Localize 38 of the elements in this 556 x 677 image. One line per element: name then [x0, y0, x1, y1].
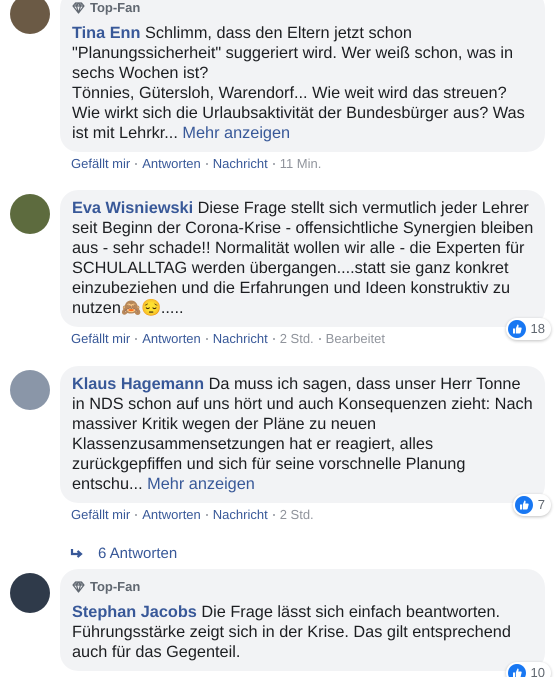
show-more-link[interactable]: Mehr anzeigen	[147, 475, 255, 493]
diamond-icon	[72, 2, 85, 14]
thumbs-up-icon	[508, 664, 526, 677]
edited-label: Bearbeitet	[326, 331, 385, 347]
author-link[interactable]: Klaus Hagemann	[72, 375, 204, 393]
like-count: 7	[538, 496, 545, 514]
author-link[interactable]: Tina Enn	[72, 24, 140, 42]
action-link[interactable]: Nachricht	[212, 507, 268, 523]
avatar[interactable]	[10, 194, 50, 234]
author-link[interactable]: Stephan Jacobs	[72, 602, 197, 620]
author-link[interactable]: Eva Wisniewski	[72, 199, 194, 217]
like-count: 10	[530, 664, 545, 677]
top-fan-label: Top-Fan	[90, 0, 140, 17]
reaction-count[interactable]: 18	[506, 318, 551, 340]
thumbs-up-icon	[514, 496, 533, 514]
like-count: 18	[530, 320, 545, 338]
reaction-count[interactable]: 10	[506, 662, 551, 677]
show-more-link[interactable]: Mehr anzeigen	[182, 124, 290, 142]
avatar[interactable]	[10, 572, 50, 612]
action-link[interactable]: Gefällt mir	[71, 507, 130, 523]
action-link[interactable]: Nachricht	[212, 331, 268, 347]
reaction-count[interactable]: 7	[512, 494, 551, 516]
diamond-icon	[72, 580, 85, 592]
action-link[interactable]: Gefällt mir	[71, 331, 130, 347]
comment-text: Eva Wisniewski Diese Frage stellt sich vermutlich jeder Lehrer seit Beginn der Corona-Krise - offensichtliche Synergien bleiben aus - sehr schade!! Normalität wollen wir alle - die Experten für SCHULALLTAG werden übergangen....statt sie ganz konkret einzubeziehen und die Erfahrungen und Ideen konstruktiv zu nutzen🙈😔.....	[72, 198, 534, 318]
action-link[interactable]: Gefällt mir	[71, 156, 130, 172]
replies-link[interactable]: 6 Antworten	[98, 543, 178, 566]
action-link[interactable]: Antworten	[142, 156, 201, 172]
avatar[interactable]	[10, 0, 50, 34]
action-link[interactable]: Nachricht	[212, 156, 268, 172]
action-link[interactable]: Antworten	[142, 507, 201, 523]
comment-text: Klaus Hagemann Da muss ich sagen, dass unser Herr Tonne in NDS schon auf uns hört und auch Konsequenzen zieht: Nach massiver Kritik wegen der Pläne zu neuen Klassenzusammensetzungen hat er reagiert, alles zurückgepfiffen und sich für seine vorschnelle Planung entschu... Mehr anzeigen	[72, 374, 534, 494]
action-link[interactable]: Antworten	[142, 331, 201, 347]
comment-text: Stephan Jacobs Die Frage lässt sich einfach beantworten. Führungsstärke zeigt sich in der Krise. Das gilt entsprechend auch für das Gegenteil.	[72, 602, 512, 662]
comment-text: Tina Enn Schlimm, dass den Eltern jetzt schon "Planungssicherheit" suggeriert wird. Wer weiß schon, was in sechs Wochen ist? Tönnies, Gütersloh, Warendorf... Wie weit wird das streuen? Wie wirkt sich die Urlaubsaktivität der Bundesbürger aus? Was ist mit Lehrkr... Mehr anzeigen	[72, 23, 526, 143]
reply-arrow-icon	[70, 549, 84, 560]
thumbs-up-icon	[508, 320, 526, 338]
top-fan-label: Top-Fan	[90, 578, 140, 596]
